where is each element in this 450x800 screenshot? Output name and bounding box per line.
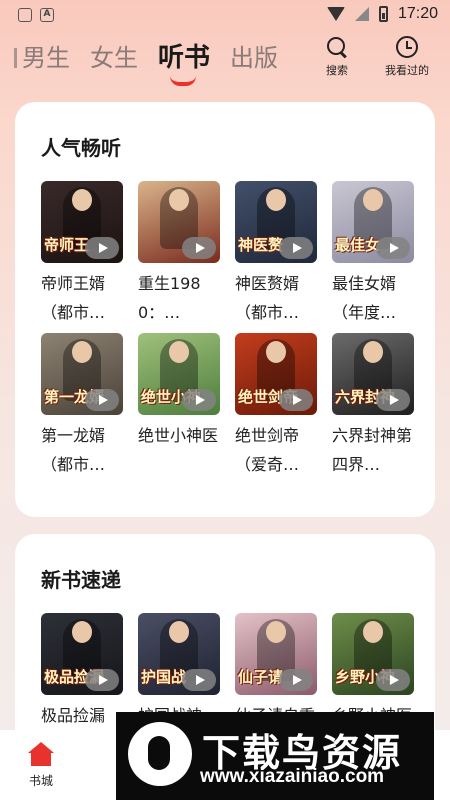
watermark-url: www.xiazainiao.com [200,766,385,787]
cover-figure-head [72,189,92,211]
book-item[interactable]: 六界封神六界封神第四界… [332,333,414,479]
status-time: 17:20 [397,5,438,22]
cover-text: 护国战 [141,668,187,686]
book-cover[interactable]: 护国战 [138,613,220,695]
book-item[interactable]: 最佳女最佳女婿（年度… [332,181,414,327]
book-cover[interactable]: 极品捡漏 [41,613,123,695]
book-cover[interactable]: 仙子请 [235,613,317,695]
play-icon[interactable] [182,237,216,259]
cover-figure-head [72,621,92,643]
book-title: 六界封神第四界… [332,426,413,474]
book-cover[interactable]: 最佳女 [332,181,414,263]
book-item[interactable]: 帝师王帝师王婿（都市… [41,181,123,327]
shield-icon [18,8,32,22]
play-icon[interactable] [376,669,410,691]
nav-bookstore[interactable]: 书城 [28,742,54,789]
cover-figure-head [363,621,383,643]
book-title: 绝世剑帝（爱奇… [235,426,300,474]
tab-audiobook[interactable]: 听书 [158,38,211,86]
cover-figure-head [169,341,189,363]
battery-icon [378,6,388,22]
search-icon [326,36,348,58]
tab-publish[interactable]: 出版 [230,38,278,78]
category-tabs: 男生 女生 听书 出版 [0,38,298,88]
cover-figure-head [72,341,92,363]
history-label: 我看过的 [385,64,429,77]
book-cover[interactable]: 绝世剑帝 [235,333,317,415]
status-left: A [18,8,54,22]
play-icon[interactable] [85,669,119,691]
clock-icon [396,36,418,58]
search-label: 搜索 [326,64,348,77]
cover-figure-head [169,621,189,643]
book-item[interactable]: 绝世小神 绝世小神医 [138,333,220,479]
play-icon[interactable] [182,669,216,691]
play-icon[interactable] [279,389,313,411]
cover-text: 仙子请 [238,668,284,686]
play-icon[interactable] [85,389,119,411]
section-title: 新书速递 [41,568,121,592]
book-item[interactable]: 第一龙婿第一龙婿（都市… [41,333,123,479]
search-button[interactable]: 搜索 [326,36,348,78]
book-cover[interactable]: 绝世小神 [138,333,220,415]
status-bar: A 17:20 [0,0,450,30]
tab-male-label: 男生 [22,44,70,72]
book-cover[interactable]: 神医赘 [235,181,317,263]
popular-section: 人气畅听 帝师王 帝师王婿（都市… 重生1980：… 神医赘 神医赘婿（都市… 最佳女 最佳… [15,102,435,517]
cover-figure-head [363,189,383,211]
book-cover[interactable]: 六界封神 [332,333,414,415]
cover-figure-head [266,621,286,643]
play-icon[interactable] [376,389,410,411]
home-icon [28,742,54,766]
cover-figure-head [266,341,286,363]
app-badge-icon: A [40,8,54,22]
wifi-icon [326,7,345,21]
tab-publish-label: 出版 [230,44,279,72]
book-item[interactable]: 绝世剑帝绝世剑帝（爱奇… [235,333,317,479]
tab-male[interactable]: 男生 [14,38,70,78]
tab-female[interactable]: 女生 [90,38,138,78]
cover-text: 最佳女 [335,236,381,254]
book-title: 绝世小神医 [138,426,219,445]
cover-text: 帝师王 [44,236,90,254]
play-icon[interactable] [279,669,313,691]
cover-figure-head [266,189,286,211]
tab-female-label: 女生 [90,44,138,72]
cover-figure-head [363,341,383,363]
book-cover[interactable]: 乡野小神 [332,613,414,695]
play-icon[interactable] [85,237,119,259]
watermark: 下载鸟资源 www.xiazainiao.com [116,712,434,800]
cover-text: 神医赘 [238,236,284,254]
book-title: 重生1980：… [138,274,201,322]
book-grid: 帝师王 帝师王婿（都市… 重生1980：… 神医赘 神医赘婿（都市… 最佳女 最佳女婿（年度… [41,181,414,479]
nav-bookstore-label: 书城 [28,774,53,788]
history-button[interactable]: 我看过的 [385,36,429,78]
book-cover[interactable] [138,181,220,263]
book-cover[interactable]: 第一龙婿 [41,333,123,415]
tab-audiobook-label: 听书 [158,43,211,73]
book-title: 最佳女婿（年度… [332,274,397,322]
book-title: 第一龙婿（都市… [41,426,106,474]
book-title: 神医赘婿（都市… [235,274,300,322]
play-icon[interactable] [279,237,313,259]
play-icon[interactable] [182,389,216,411]
active-tab-indicator [170,76,196,86]
book-item[interactable]: 神医赘神医赘婿（都市… [235,181,317,327]
book-cover[interactable]: 帝师王 [41,181,123,263]
book-item[interactable]: 重生1980：… [138,181,220,327]
cover-figure-head [169,189,189,211]
bird-logo-icon [128,722,192,786]
book-title: 帝师王婿（都市… [41,274,106,322]
no-signal-icon [354,7,369,21]
status-right: 17:20 [326,5,438,23]
play-icon[interactable] [376,237,410,259]
section-title: 人气畅听 [41,136,121,160]
